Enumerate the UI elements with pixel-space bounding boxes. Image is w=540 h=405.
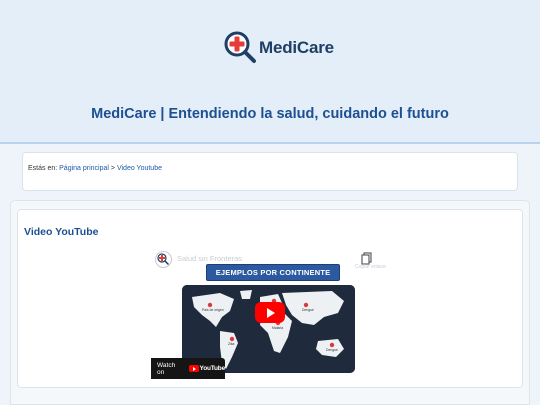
breadcrumb-home-link[interactable]: Página principal: [59, 165, 109, 172]
map-label: Pais de origen: [202, 308, 224, 312]
site-logo[interactable]: MediCare: [223, 30, 334, 66]
breadcrumb-separator: >: [110, 165, 115, 172]
breadcrumb: Estás en: Página principal > Video Youtu…: [28, 165, 162, 172]
map-label: Malaria: [272, 326, 283, 330]
map-label: Zika: [228, 342, 235, 346]
breadcrumb-current-link[interactable]: Video Youtube: [117, 165, 162, 172]
video-banner: EJEMPLOS POR CONTINENTE: [206, 264, 340, 281]
copy-link-label: Copiar enlace: [355, 264, 386, 270]
channel-avatar[interactable]: [155, 251, 172, 268]
map-label: Dengue: [326, 348, 338, 352]
medicare-logo-icon: [157, 253, 170, 266]
medicare-logo-icon: [224, 31, 256, 63]
map-label: Dengue: [302, 308, 314, 312]
site-tagline: MediCare | Entendiendo la salud, cuidand…: [91, 106, 449, 122]
breadcrumb-panel: Estás en: Página principal > Video Youtu…: [22, 152, 518, 191]
brand-name: MediCare: [259, 38, 334, 57]
site-header: MediCare MediCare | Entendiendo la salud…: [0, 0, 540, 144]
breadcrumb-prefix: Estás en:: [28, 165, 58, 172]
youtube-wordmark: YouTube: [199, 365, 226, 372]
watch-on-youtube-button[interactable]: Watch on YouTube: [151, 358, 225, 379]
play-icon[interactable]: [255, 302, 285, 323]
watch-on-label: Watch on: [157, 361, 176, 376]
youtube-logo-icon: YouTube: [188, 365, 226, 372]
video-title[interactable]: Salud sin Fronteras: [177, 254, 242, 263]
youtube-embed[interactable]: Salud sin Fronteras Copiar enlace EJEMPL…: [151, 247, 388, 379]
section-title: Video YouTube: [24, 226, 99, 238]
